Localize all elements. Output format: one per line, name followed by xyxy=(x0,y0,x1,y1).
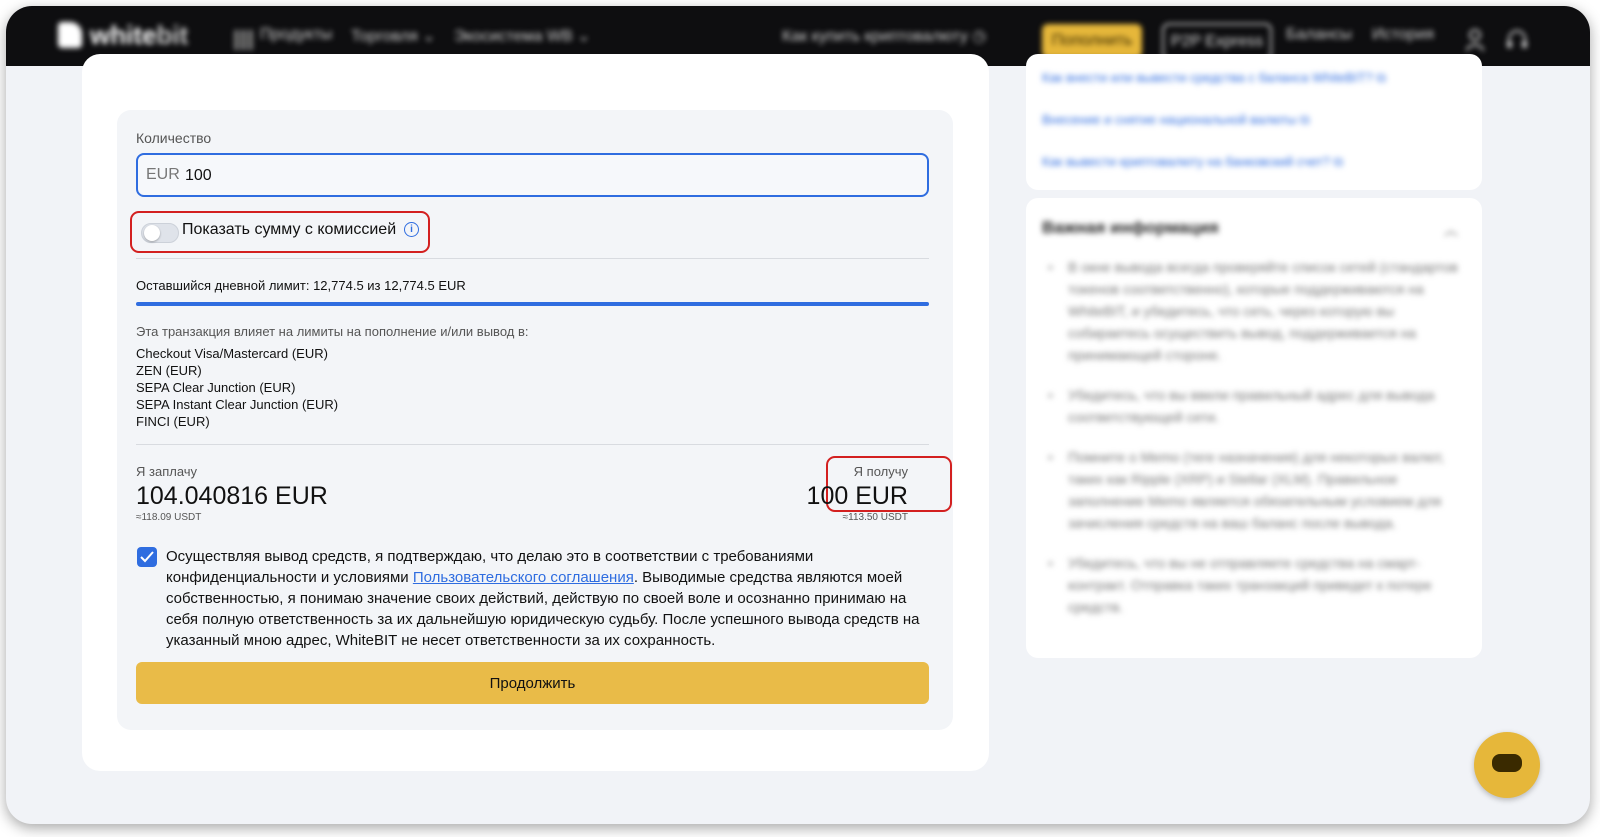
chevron-down-icon: ⌄ xyxy=(577,28,591,45)
receive-usdt-equivalent: ≈113.50 USDT xyxy=(842,512,908,523)
clock-icon: ◷ xyxy=(972,28,987,45)
list-item: ZEN (EUR) xyxy=(136,363,202,378)
show-with-fee-label: Показать сумму с комиссией xyxy=(182,221,397,238)
list-item: Убедитесь, что вы ввели правильный адрес… xyxy=(1046,384,1462,428)
list-item: FINCI (EUR) xyxy=(136,414,210,429)
help-link-label: Как вывести криптовалюту на банковский с… xyxy=(1042,154,1331,169)
help-link[interactable]: Как внести или вывести средства с баланс… xyxy=(1042,70,1386,86)
chevron-up-icon[interactable]: ︿ xyxy=(1444,220,1458,240)
user-agreement-link[interactable]: Пользовательского соглашения xyxy=(413,569,634,586)
payment-methods-list: Checkout Visa/Mastercard (EUR) ZEN (EUR)… xyxy=(136,345,338,430)
browser-window: whitebit Продукты Торговля ⌄ Экосистема … xyxy=(6,6,1590,824)
divider xyxy=(136,444,929,445)
daily-limit-progress xyxy=(136,302,929,306)
consent-text: Осуществляя вывод средств, я подтверждаю… xyxy=(166,546,932,651)
logo-text[interactable]: whitebit xyxy=(90,20,188,51)
show-with-fee-toggle[interactable] xyxy=(141,223,179,243)
list-item: Помните о Memo (теге назначения) для нек… xyxy=(1046,446,1462,534)
pay-amount: 104.040816 EUR xyxy=(136,482,328,510)
nav-ecosystem[interactable]: Экосистема WB ⌄ xyxy=(454,26,591,46)
support-headset-icon[interactable] xyxy=(1506,28,1528,52)
consent-checkbox[interactable] xyxy=(137,547,157,567)
amount-currency: EUR xyxy=(146,166,180,183)
divider xyxy=(136,258,929,259)
whitebit-logo-icon[interactable] xyxy=(58,22,82,48)
help-link-label: Как внести или вывести средства с баланс… xyxy=(1042,70,1373,85)
receive-label: Я получу xyxy=(853,464,908,479)
daily-limit-text: Оставшийся дневной лимит: 12,774.5 из 12… xyxy=(136,278,466,293)
info-icon[interactable]: i xyxy=(404,222,419,237)
nav-ecosystem-label: Экосистема WB xyxy=(454,28,573,45)
daily-limit-progress-fill xyxy=(136,302,929,306)
external-link-icon: ⧉ xyxy=(1376,70,1386,85)
nav-balances[interactable]: Балансы xyxy=(1286,26,1352,44)
quantity-label: Количество xyxy=(136,130,212,146)
affects-limits-title: Эта транзакция влияет на лимиты на попол… xyxy=(136,324,529,339)
external-link-icon: ⧉ xyxy=(1333,154,1343,169)
products-grid-icon[interactable] xyxy=(234,30,254,50)
deposit-button[interactable]: Пополнить xyxy=(1042,24,1142,58)
help-link[interactable]: Внесение и снятие национальной валюты ⧉ xyxy=(1042,112,1309,128)
list-item: В окне вывода всегда проверяйте список с… xyxy=(1046,256,1462,366)
nav-history[interactable]: История xyxy=(1372,26,1434,44)
checkmark-icon xyxy=(140,551,154,563)
nav-trading[interactable]: Торговля ⌄ xyxy=(351,26,436,46)
logo-white-part: white xyxy=(90,20,157,50)
continue-button[interactable]: Продолжить xyxy=(136,662,929,704)
logo-bit-part: bit xyxy=(156,20,189,50)
external-link-icon: ⧉ xyxy=(1300,112,1310,127)
important-info-list: В окне вывода всегда проверяйте список с… xyxy=(1046,256,1462,636)
chat-support-button[interactable] xyxy=(1474,732,1540,798)
user-icon[interactable] xyxy=(1466,28,1484,52)
chat-bubble-icon xyxy=(1492,754,1522,772)
help-link-label: Внесение и снятие национальной валюты xyxy=(1042,112,1297,127)
pay-label: Я заплачу xyxy=(136,464,198,479)
chevron-down-icon: ⌄ xyxy=(422,28,436,45)
list-item: Убедитесь, что вы не отправляете средств… xyxy=(1046,552,1462,618)
nav-how-to-buy[interactable]: Как купить криптовалюту ◷ xyxy=(782,26,986,46)
list-item: SEPA Clear Junction (EUR) xyxy=(136,380,296,395)
nav-products[interactable]: Продукты xyxy=(260,26,332,44)
amount-field[interactable]: EUR xyxy=(136,153,929,197)
toggle-knob xyxy=(144,225,160,241)
list-item: Checkout Visa/Mastercard (EUR) xyxy=(136,346,328,361)
amount-input[interactable] xyxy=(183,161,907,191)
nav-how-to-buy-label: Как купить криптовалюту xyxy=(782,28,968,45)
list-item: SEPA Instant Clear Junction (EUR) xyxy=(136,397,339,412)
important-info-title[interactable]: Важная информация xyxy=(1042,218,1219,238)
receive-amount: 100 EUR xyxy=(806,482,908,510)
help-link[interactable]: Как вывести криптовалюту на банковский с… xyxy=(1042,154,1343,170)
nav-trading-label: Торговля xyxy=(351,28,418,45)
pay-usdt-equivalent: ≈118.09 USDT xyxy=(136,512,202,523)
